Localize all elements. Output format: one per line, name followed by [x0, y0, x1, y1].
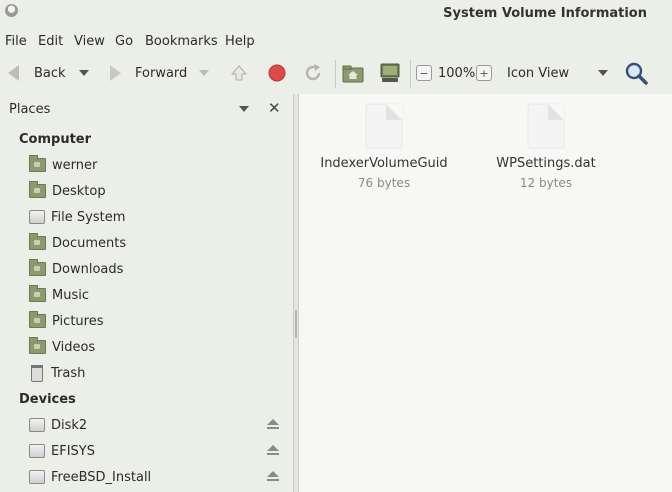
sidebar-item-label: Downloads: [52, 261, 124, 277]
back-arrow-icon: [8, 65, 19, 81]
stop-button[interactable]: [267, 56, 287, 90]
search-button[interactable]: [624, 56, 648, 90]
file-item[interactable]: IndexerVolumeGuid 76 bytes: [319, 104, 449, 190]
file-item[interactable]: WPSettings.dat 12 bytes: [481, 104, 611, 190]
zoom-in-button[interactable]: +: [476, 56, 492, 90]
plus-icon: +: [476, 65, 492, 81]
view-mode-select[interactable]: Icon View: [507, 56, 609, 90]
menu-bar: File Edit View Go Bookmarks Help: [0, 30, 672, 52]
eject-icon[interactable]: [267, 419, 279, 429]
reload-button[interactable]: [302, 56, 324, 90]
trash-icon: [31, 364, 43, 382]
documents-folder-icon: [29, 233, 46, 250]
sidebar-item-disk2[interactable]: Disk2: [29, 414, 291, 436]
music-folder-icon: [29, 285, 46, 302]
forward-label: Forward: [135, 65, 188, 81]
back-button[interactable]: Back: [8, 56, 66, 90]
minus-icon: −: [416, 65, 432, 81]
sidebar-item-desktop[interactable]: Desktop: [29, 180, 291, 202]
drive-icon: [29, 418, 45, 432]
splitter-grip[interactable]: [295, 310, 297, 338]
places-sidebar: Places ✕ Computer werner Desktop File Sy…: [0, 94, 293, 492]
zoom-out-button[interactable]: −: [416, 56, 432, 90]
drive-icon: [29, 444, 45, 458]
sidebar-item-label: Disk2: [51, 417, 88, 433]
toolbar: Back Forward − 100% + Icon View: [0, 56, 672, 92]
sidebar-item-werner[interactable]: werner: [29, 154, 291, 176]
view-mode-label: Icon View: [507, 65, 570, 81]
chevron-down-icon: [199, 70, 209, 76]
file-name: IndexerVolumeGuid: [320, 156, 448, 171]
forward-history-dropdown[interactable]: [199, 56, 209, 90]
file-size: 76 bytes: [357, 176, 411, 190]
sidebar-item-trash[interactable]: Trash: [29, 362, 291, 384]
file-name: WPSettings.dat: [496, 156, 596, 171]
computer-icon: [380, 63, 400, 82]
menu-bookmarks[interactable]: Bookmarks: [145, 34, 218, 49]
pictures-folder-icon: [29, 311, 46, 328]
section-devices: Devices: [19, 392, 76, 407]
close-icon[interactable]: ✕: [268, 99, 281, 117]
computer-button[interactable]: [379, 56, 401, 90]
sidebar-item-downloads[interactable]: Downloads: [29, 258, 291, 280]
sidebar-item-label: Pictures: [52, 313, 104, 329]
home-folder-icon: [29, 155, 46, 172]
toolbar-separator: [410, 60, 411, 88]
file-icon: [528, 104, 564, 148]
menu-view[interactable]: View: [74, 34, 105, 49]
zoom-level: 100%: [438, 56, 475, 90]
eject-icon[interactable]: [267, 445, 279, 455]
chevron-down-icon: [79, 70, 89, 76]
title-bar: System Volume Information: [0, 0, 672, 28]
sidebar-item-label: werner: [52, 157, 98, 173]
forward-arrow-icon: [110, 65, 121, 81]
chevron-down-icon: [598, 70, 609, 76]
eject-icon[interactable]: [267, 471, 279, 481]
reload-icon: [305, 64, 321, 81]
sidebar-item-label: FreeBSD_Install: [51, 469, 152, 485]
drive-icon: [29, 470, 45, 484]
up-arrow-icon: [230, 65, 248, 81]
sidebar-item-label: EFISYS: [51, 443, 95, 459]
search-icon: [625, 62, 648, 85]
home-folder-icon: [342, 65, 364, 83]
sidebar-item-label: Music: [52, 287, 89, 303]
file-view[interactable]: IndexerVolumeGuid 76 bytes WPSettings.da…: [299, 94, 672, 492]
stop-icon: [268, 64, 286, 82]
menu-help[interactable]: Help: [225, 34, 255, 49]
sidebar-item-file-system[interactable]: File System: [29, 206, 291, 228]
menu-edit[interactable]: Edit: [38, 34, 63, 49]
sidebar-item-label: Videos: [52, 339, 96, 355]
back-history-dropdown[interactable]: [79, 56, 89, 90]
section-computer: Computer: [19, 132, 92, 147]
sidebar-item-videos[interactable]: Videos: [29, 336, 291, 358]
up-button[interactable]: [229, 56, 249, 90]
sidebar-item-label: File System: [51, 209, 126, 225]
sidebar-item-label: Trash: [51, 365, 86, 381]
videos-folder-icon: [29, 337, 46, 354]
window-menu-button[interactable]: [5, 4, 18, 17]
forward-button[interactable]: Forward: [110, 56, 187, 90]
downloads-folder-icon: [29, 259, 46, 276]
sidebar-item-pictures[interactable]: Pictures: [29, 310, 291, 332]
home-button[interactable]: [342, 56, 364, 90]
sidebar-item-documents[interactable]: Documents: [29, 232, 291, 254]
toolbar-separator: [335, 60, 336, 88]
desktop-folder-icon: [29, 181, 46, 198]
sidebar-item-label: Desktop: [52, 183, 106, 199]
sidebar-item-music[interactable]: Music: [29, 284, 291, 306]
window-title: System Volume Information: [443, 6, 647, 21]
zoom-level-label: 100%: [438, 65, 476, 81]
file-icon: [366, 104, 402, 148]
sidebar-item-label: Documents: [52, 235, 127, 251]
menu-file[interactable]: File: [5, 34, 27, 49]
drive-icon: [29, 210, 45, 224]
chevron-down-icon[interactable]: [239, 106, 249, 112]
back-label: Back: [34, 65, 66, 81]
sidebar-item-freebsd-install[interactable]: FreeBSD_Install: [29, 466, 291, 488]
file-size: 12 bytes: [519, 176, 573, 190]
places-header: Places: [9, 102, 51, 117]
menu-go[interactable]: Go: [115, 34, 133, 49]
sidebar-item-efisys[interactable]: EFISYS: [29, 440, 291, 462]
